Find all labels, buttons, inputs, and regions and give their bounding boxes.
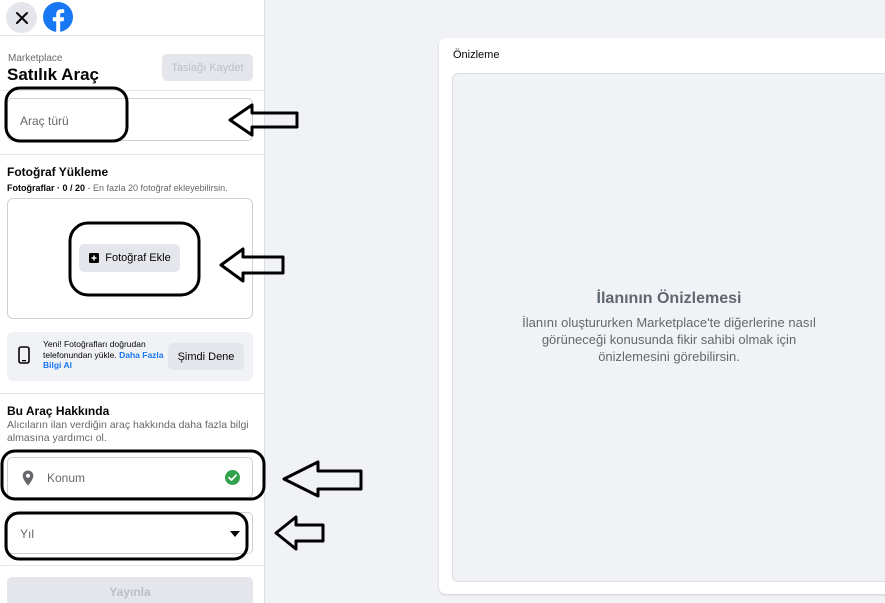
annotation-arrow-location	[282, 460, 363, 498]
try-now-button[interactable]: Şimdi Dene	[168, 343, 244, 370]
close-button[interactable]	[6, 2, 37, 33]
divider	[0, 565, 264, 566]
phone-icon	[18, 346, 30, 364]
listing-sidebar: Marketplace Satılık Araç Taslağı Kaydet …	[0, 0, 265, 603]
divider	[0, 154, 264, 155]
annotation-arrow-year	[274, 515, 325, 551]
preview-label: Önizleme	[453, 49, 500, 61]
divider	[0, 90, 264, 91]
add-photo-icon	[89, 253, 100, 263]
breadcrumb: Marketplace	[8, 53, 63, 64]
about-section-title: Bu Araç Hakkında	[7, 404, 110, 418]
dropdown-arrow-icon	[230, 531, 240, 537]
facebook-logo-icon[interactable]	[42, 1, 74, 33]
location-placeholder: Konum	[47, 471, 86, 485]
check-circle-icon	[225, 470, 240, 485]
photos-count: Fotoğraflar · 0 / 20	[7, 183, 86, 193]
vehicle-type-select[interactable]: Araç türü	[7, 98, 253, 141]
photos-section-title: Fotoğraf Yükleme	[7, 165, 109, 179]
photos-limit-text: Fotoğraflar · 0 / 20 - En fazla 20 fotoğ…	[7, 183, 228, 193]
preview-heading: İlanının Önizlemesi	[596, 290, 742, 307]
close-icon	[15, 11, 28, 24]
photos-limit-note: - En fazla 20 fotoğraf ekleyebilirsin.	[85, 183, 228, 193]
top-bar	[0, 0, 264, 36]
add-photo-label: Fotoğraf Ekle	[105, 252, 171, 264]
phone-upload-text: Yeni! Fotoğrafları doğrudan telefonundan…	[43, 339, 168, 371]
add-photo-button[interactable]: Fotoğraf Ekle	[79, 244, 180, 272]
year-placeholder: Yıl	[20, 527, 35, 541]
vehicle-type-placeholder: Araç türü	[20, 114, 69, 128]
about-section-description: Alıcıların ilan verdiğin araç hakkında d…	[7, 419, 249, 444]
save-draft-button[interactable]: Taslağı Kaydet	[162, 54, 253, 81]
page-title: Satılık Araç	[7, 65, 99, 84]
location-pin-icon	[22, 470, 34, 486]
publish-button[interactable]: Yayınla	[7, 577, 253, 603]
year-select[interactable]: Yıl	[7, 512, 253, 554]
divider	[0, 393, 264, 394]
preview-description: İlanını oluştururken Marketplace'te diğe…	[522, 315, 816, 364]
location-input[interactable]: Konum	[7, 457, 253, 498]
